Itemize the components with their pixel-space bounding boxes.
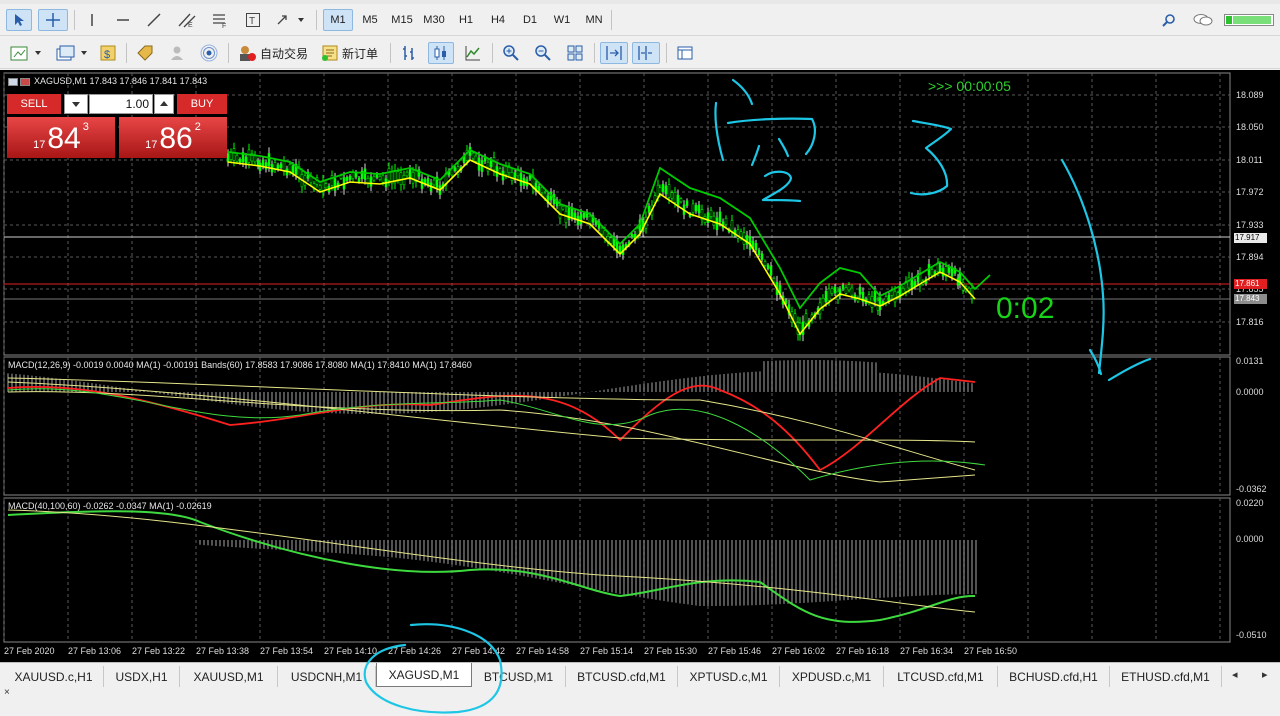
handwritten-line [1107,357,1152,382]
handwritten-circle [363,623,503,714]
handwritten-mark [731,78,754,106]
handwritten-digit-3 [909,119,953,196]
handwritten-bracket [726,117,816,156]
handwritten-arrow [1060,158,1105,376]
annotation-layer [363,78,1152,714]
handwritten-digit-2 [761,170,802,203]
handwritten-mark [750,137,790,167]
handwritten-bracket [714,101,725,162]
